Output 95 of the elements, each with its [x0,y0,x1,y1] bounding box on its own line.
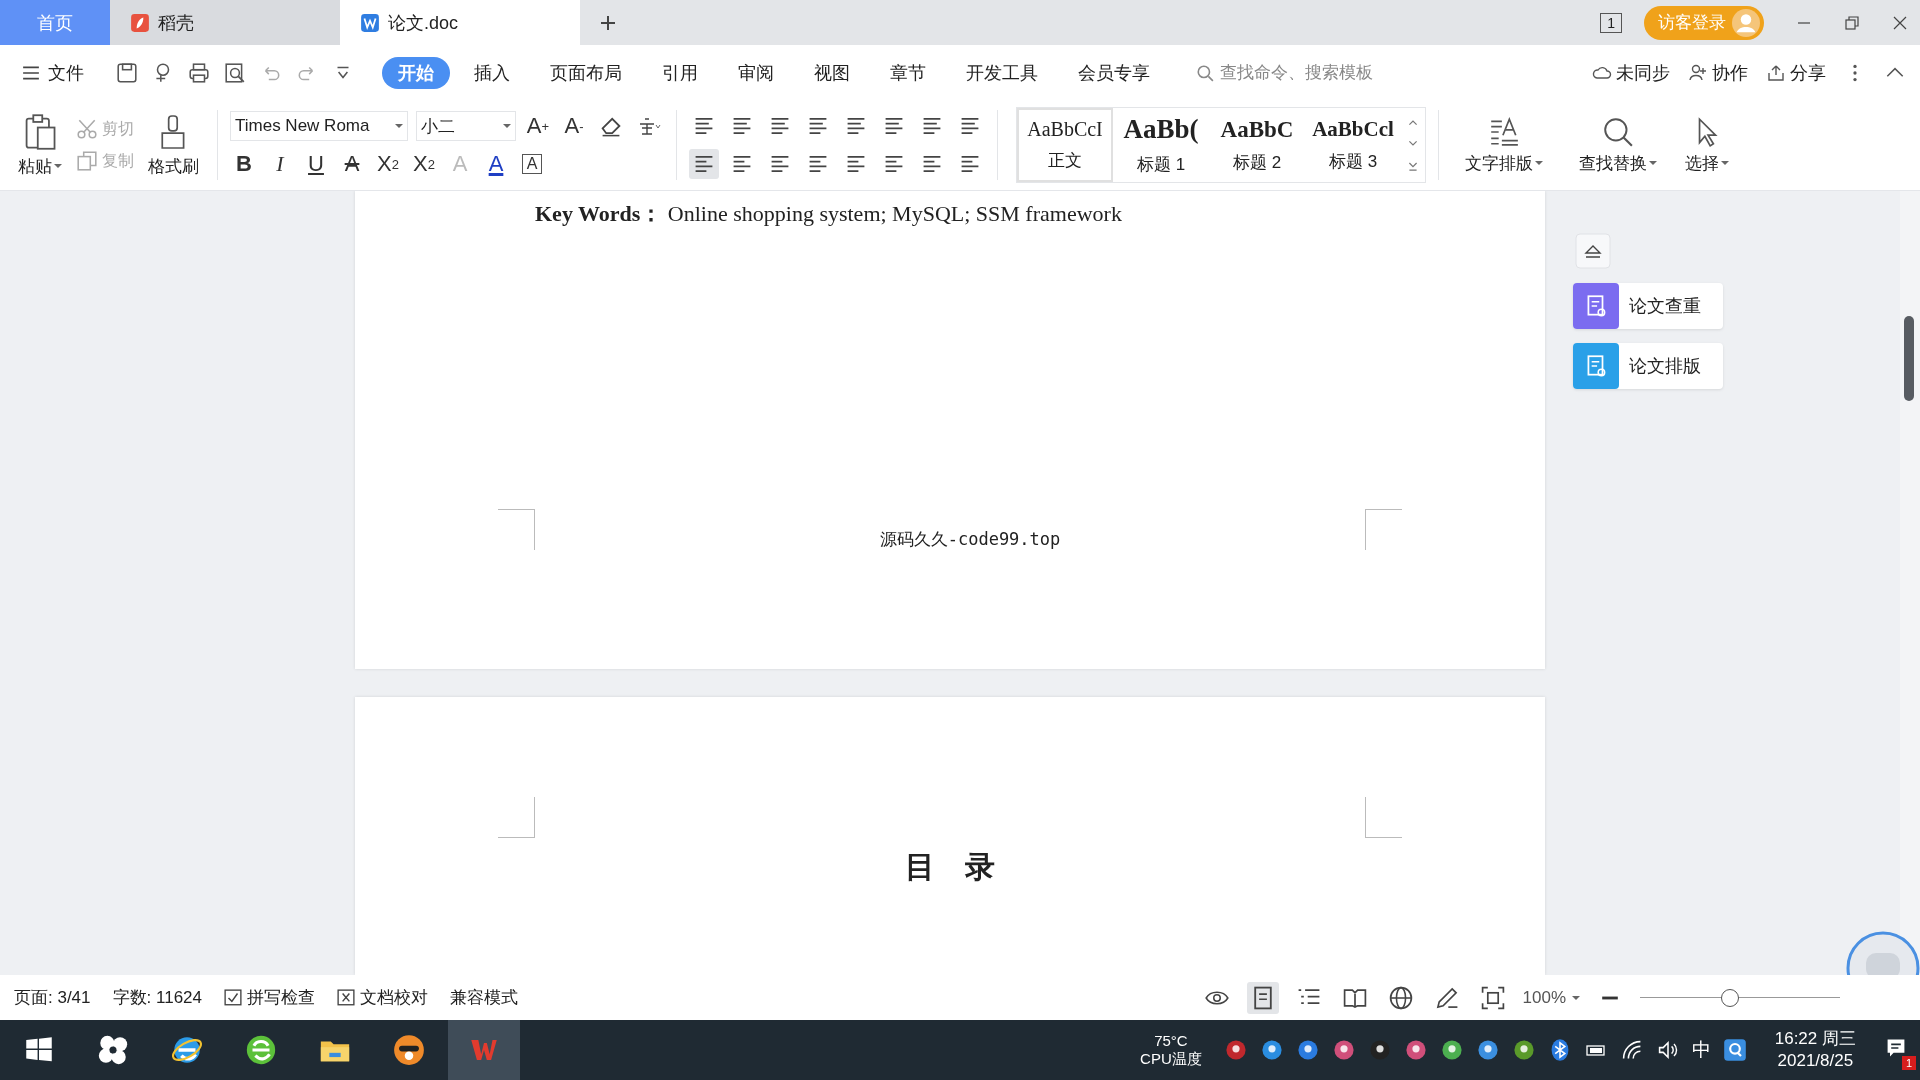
header-action[interactable]: 协作 [1688,60,1748,85]
caret-icon [395,122,403,130]
save-icon[interactable] [116,61,138,84]
toc-heading: 目 录 [904,848,996,886]
ribbon-tab[interactable]: 插入 [458,56,526,89]
cpu-label: CPU温度 [1140,1050,1202,1068]
caret-icon [1535,159,1543,167]
copy-icon [76,150,98,172]
cpu-temperature: 75°C [1154,1032,1188,1050]
input-method-indicator[interactable]: 中 [1691,1037,1711,1063]
clipboard-icon [23,112,57,151]
file-menu[interactable]: 文件 [22,60,84,85]
caret-icon [54,162,62,170]
select-button[interactable]: 选择 [1679,115,1735,175]
collapse-panel-icon[interactable] [1575,233,1611,269]
notification-badge: 1 [1901,1056,1916,1070]
page-count: 页面: 3/41 [14,987,91,1009]
ribbon-tab[interactable]: 页面布局 [534,56,638,89]
format-painter-button[interactable]: 格式刷 [142,112,205,178]
zoom-level-dropdown[interactable]: 100% [1522,987,1566,1008]
search-app-icon[interactable] [1722,1038,1747,1062]
scissors-icon [76,118,98,140]
compatibility-mode: 兼容模式 [450,987,518,1009]
header-action[interactable]: 未同步 [1592,60,1670,85]
person-add-icon [1688,62,1708,83]
window-count-icon[interactable]: 1 [1600,12,1622,33]
print-icon[interactable] [188,61,210,84]
keywords-text: Key Words： Online shopping system; MySQL; SSM framework [535,200,1123,228]
crop-mark [1365,509,1402,550]
font-dropdown[interactable]: Times New Roma [230,111,408,141]
ribbon-tab[interactable]: 开发工具 [950,56,1054,89]
header-action[interactable]: 分享 [1766,60,1826,85]
style-preset[interactable]: AaBb( 标题 1 [1113,108,1209,182]
page-view-icon[interactable] [1246,981,1279,1014]
ribbon-tab[interactable]: 审阅 [722,56,790,89]
search-icon [1196,63,1214,82]
font-format-button[interactable]: A [482,149,510,179]
spell-check-button[interactable]: 拼写检查 [224,986,315,1009]
browser-icon[interactable] [244,1033,278,1067]
font-format-button[interactable]: A [338,149,366,179]
proofread-button[interactable]: 文档校对 [337,986,428,1009]
close-icon[interactable] [1892,14,1908,31]
tray-app-icon[interactable] [1439,1038,1464,1062]
restore-icon[interactable] [1844,14,1860,31]
slider-thumb[interactable] [1721,988,1739,1007]
caret-icon [503,122,511,130]
caret-icon [1721,159,1729,167]
style-preset[interactable]: AaBbCcl 标题 3 [1305,108,1401,182]
crop-mark [498,509,535,550]
leaf-icon [130,12,150,33]
ribbon-tab[interactable]: 引用 [646,56,714,89]
check-box-icon [224,988,242,1007]
scrollbar[interactable] [1900,191,1920,975]
tray-app-icon[interactable] [1259,1038,1284,1062]
crop-mark [1365,797,1402,838]
search-icon [1602,115,1634,148]
style-preset[interactable]: AaBbCcI 正文 [1017,108,1113,182]
tray-app-icon[interactable] [1295,1038,1320,1062]
avatar-icon [1732,8,1760,37]
tray-app-icon[interactable] [1331,1038,1356,1062]
thesis-tool-button[interactable]: 论文查重 [1573,283,1723,329]
align-left-icon[interactable] [689,149,719,179]
tray-app-icon[interactable] [1223,1038,1248,1062]
page-footer: 源码久久-code99.top [879,527,1061,551]
ribbon-tab[interactable]: 章节 [874,56,942,89]
document-icon [360,12,380,33]
paste-button[interactable]: 粘贴 [12,112,68,178]
tray-app-icon[interactable] [1511,1038,1536,1062]
tray-app-icon[interactable] [1367,1038,1392,1062]
document-tab[interactable]: 稻壳 [110,0,340,45]
thesis-tool-button[interactable]: 论文排版 [1573,343,1723,389]
crop-mark [498,797,535,838]
pinwheel-icon[interactable] [96,1033,130,1067]
caret-icon [1649,159,1657,167]
style-preset[interactable]: AaBbC 标题 2 [1209,108,1305,182]
document-tab[interactable]: 论文.doc [340,0,580,45]
font-format-button[interactable]: I [266,149,294,179]
ribbon-tab[interactable]: 会员专享 [1062,56,1166,89]
font-format-button[interactable]: A [522,154,542,174]
text-layout-icon [1488,115,1520,148]
font-size-dropdown[interactable]: 小二 [416,111,516,141]
tray-app-icon[interactable] [1403,1038,1428,1062]
word-count: 字数: 11624 [112,987,202,1009]
cross-box-icon [337,988,355,1007]
text-layout-button[interactable]: 文字排版 [1451,115,1557,175]
font-format-button[interactable]: U [302,149,330,179]
find-replace-button[interactable]: 查找替换 [1565,115,1671,175]
caret-icon[interactable] [1572,993,1580,1002]
print-preview-icon[interactable] [224,61,246,84]
clock-time[interactable]: 16:22 周三 [1774,1028,1856,1050]
tray-app-icon[interactable] [1475,1038,1500,1062]
font-format-button[interactable]: B [230,149,258,179]
ribbon-tab[interactable]: 视图 [798,56,866,89]
clock-date[interactable]: 2021/8/25 [1777,1050,1854,1072]
command-search-field[interactable]: 查找命令、搜索模板 [1196,61,1422,84]
